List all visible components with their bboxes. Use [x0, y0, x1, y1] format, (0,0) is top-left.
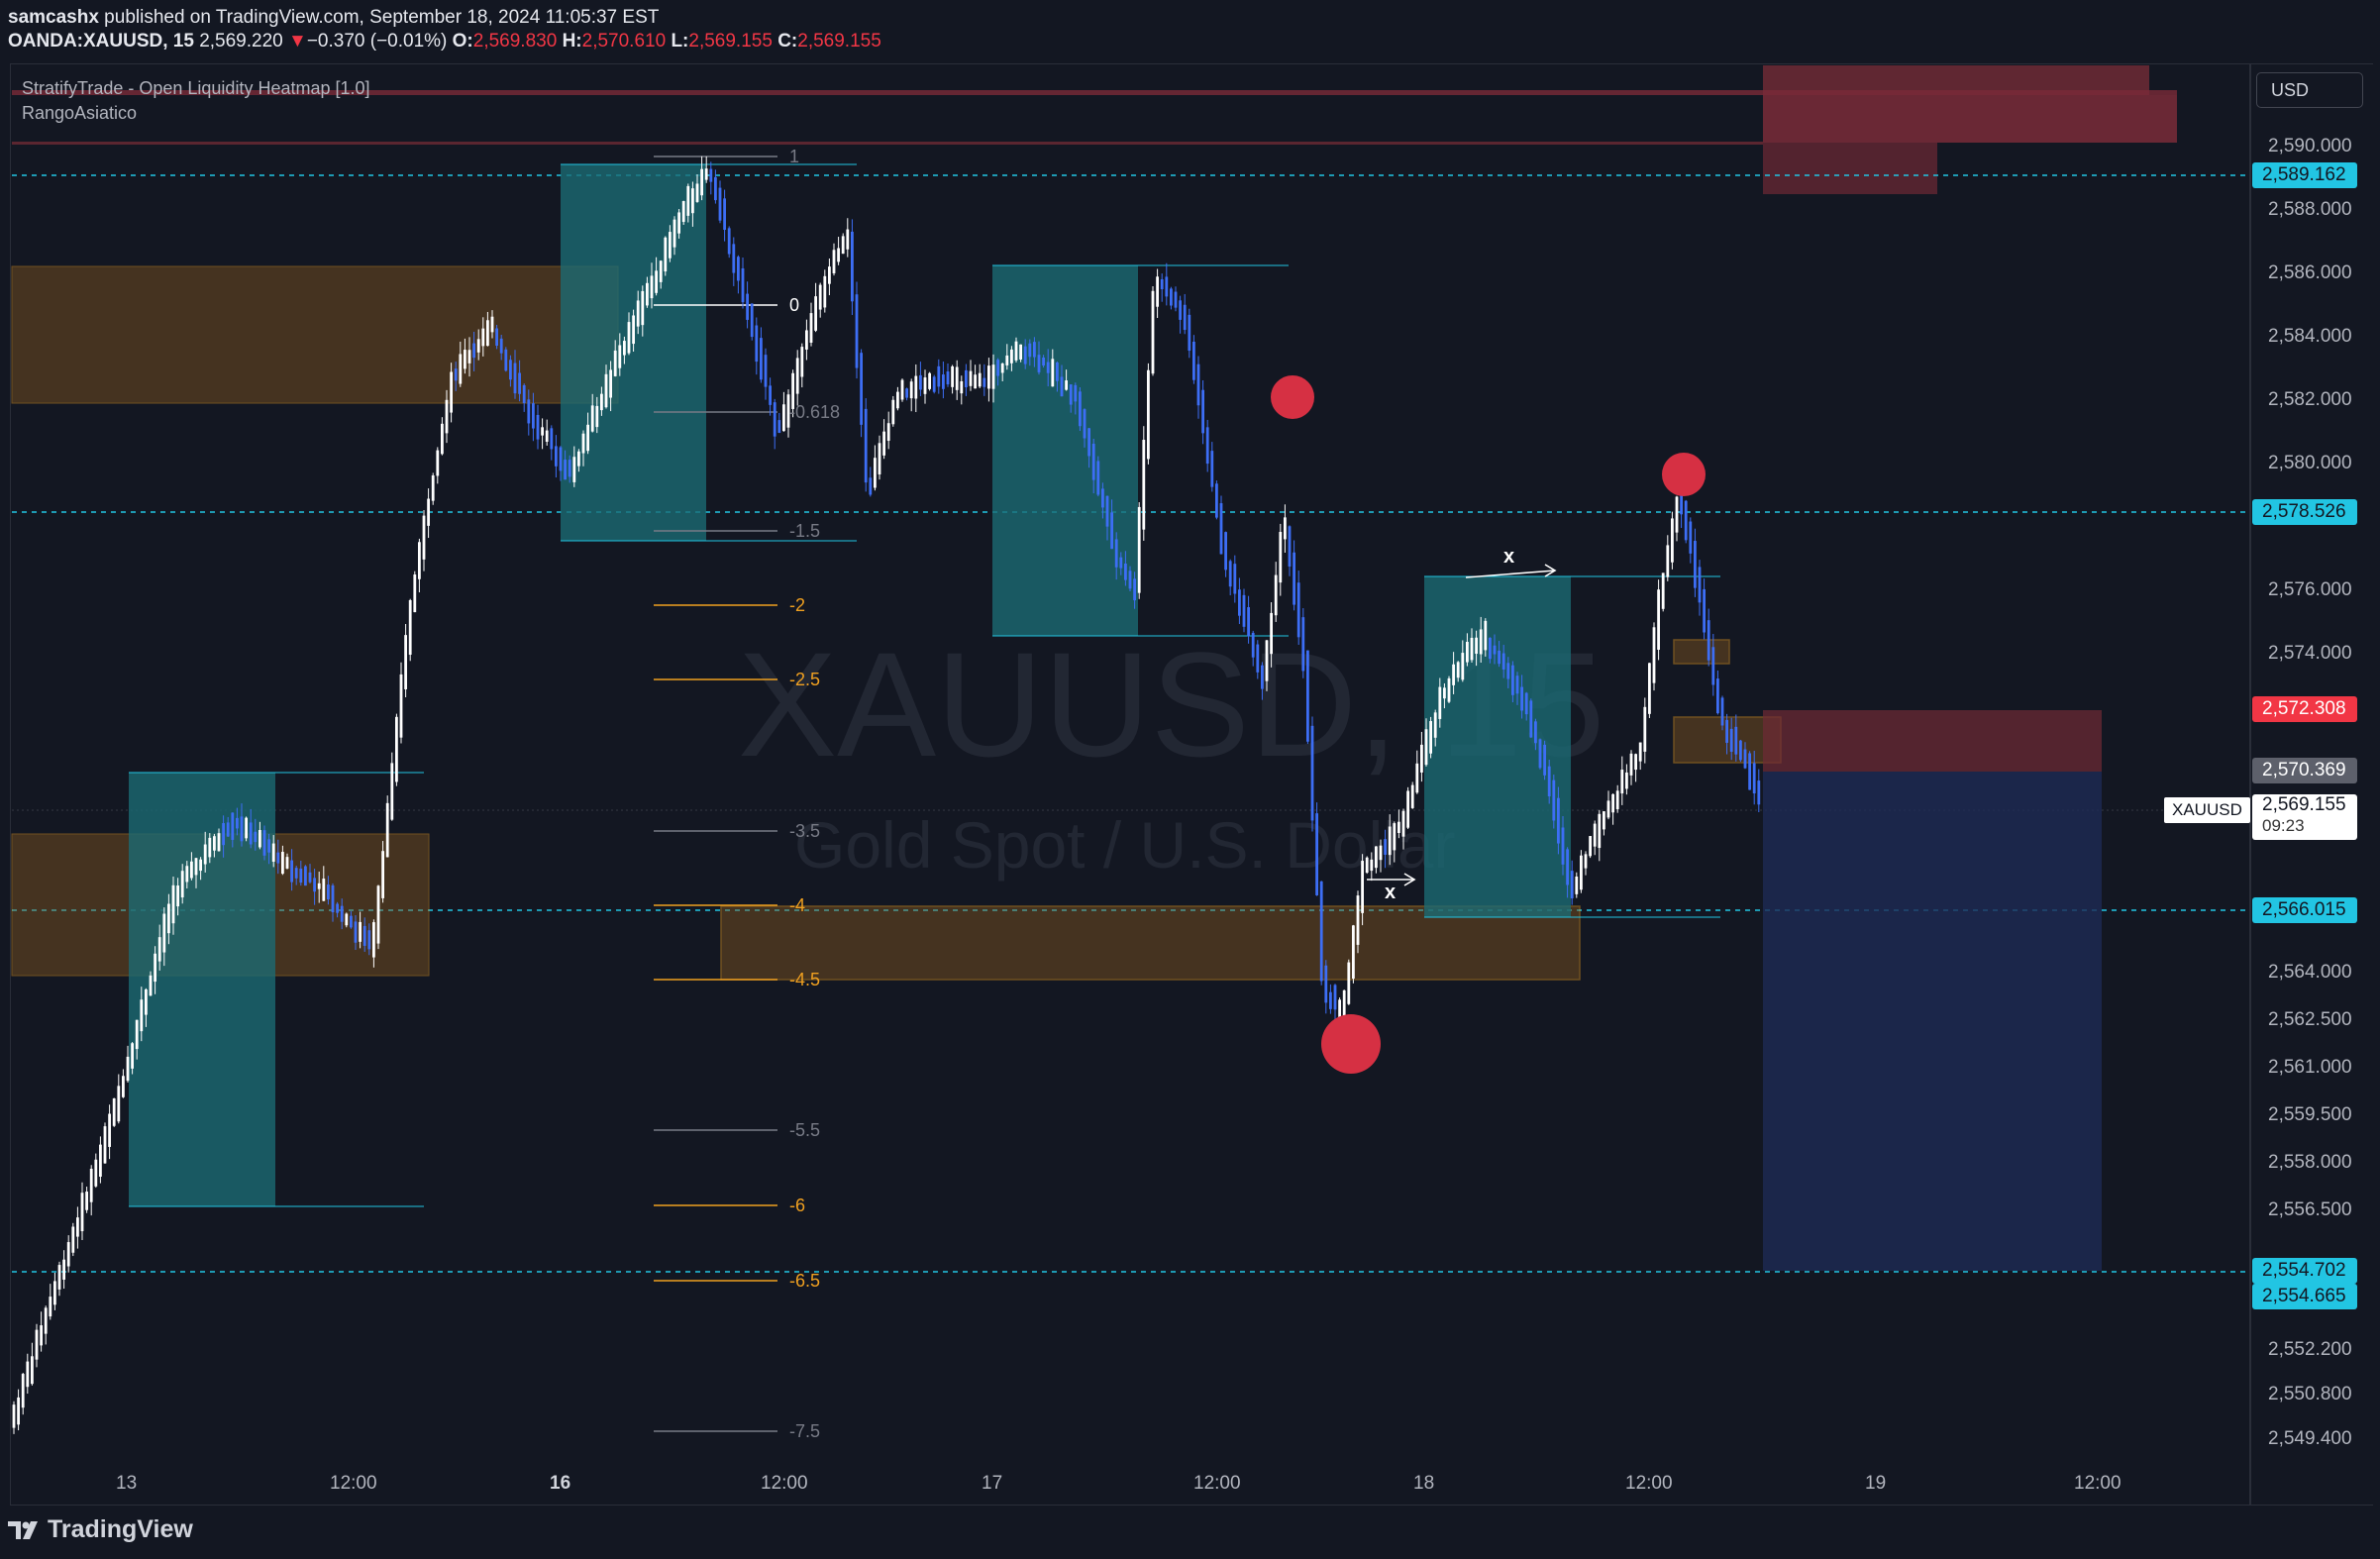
price-label: 2,559.500: [2268, 1104, 2352, 1125]
tradingview-icon: [8, 1520, 38, 1539]
fib-label: -1.5: [789, 521, 821, 541]
position-tool[interactable]: [1763, 710, 2102, 1271]
price-label: 2,564.000: [2268, 962, 2352, 983]
price-badge: 2,566.015: [2252, 897, 2357, 923]
fib-label: 0: [789, 295, 800, 315]
x-mark-lower: x: [1385, 882, 1397, 903]
current-symbol-tag: XAUUSD: [2164, 797, 2250, 823]
price-label: 2,576.000: [2268, 579, 2352, 600]
price-label: 2,561.000: [2268, 1057, 2352, 1078]
price-label: 2,556.500: [2268, 1199, 2352, 1220]
current-price-badge: 2,569.155 09:23: [2252, 794, 2357, 840]
fib-label: -7.5: [789, 1421, 821, 1441]
price-badge: 2,572.308: [2252, 696, 2357, 722]
fib-label: -6.5: [789, 1271, 821, 1291]
brand-name: TradingView: [48, 1515, 193, 1543]
time-label: 12:00: [1625, 1473, 1673, 1494]
price-badge: 2,578.526: [2252, 499, 2357, 525]
price-label: 2,580.000: [2268, 453, 2352, 473]
time-label: 18: [1413, 1473, 1435, 1494]
price-label: 2,574.000: [2268, 643, 2352, 664]
time-label: 12:00: [761, 1473, 808, 1494]
price-label: 2,562.500: [2268, 1009, 2352, 1030]
price-badge: 2,554.702: [2252, 1258, 2357, 1284]
price-label: 2,590.000: [2268, 136, 2352, 156]
price-label: 2,552.200: [2268, 1339, 2352, 1360]
fib-label: -4.5: [789, 970, 821, 989]
price-label: 2,584.000: [2268, 326, 2352, 347]
fib-label: 1: [789, 147, 800, 166]
bar-countdown: 09:23: [2262, 816, 2305, 835]
fib-label: -5.5: [789, 1120, 821, 1140]
current-price: 2,569.155: [2262, 794, 2346, 815]
price-label: 2,550.800: [2268, 1384, 2352, 1404]
fib-label: -0.618: [789, 402, 841, 422]
time-label: 12:00: [330, 1473, 377, 1494]
price-badge: 2,589.162: [2252, 162, 2357, 188]
indicator-rango-label[interactable]: RangoAsiatico: [22, 103, 137, 124]
price-label: 2,586.000: [2268, 262, 2352, 283]
tradingview-logo[interactable]: TradingView: [8, 1515, 193, 1544]
fib-label: -6: [789, 1195, 806, 1215]
price-label: 2,558.000: [2268, 1152, 2352, 1173]
price-label: 2,588.000: [2268, 199, 2352, 220]
fib-label: -2: [789, 595, 806, 615]
price-label: 2,549.400: [2268, 1428, 2352, 1449]
price-badge: 2,570.369: [2252, 758, 2357, 783]
time-label: 19: [1865, 1473, 1887, 1494]
fib-label: -4: [789, 895, 806, 915]
time-label: 12:00: [2074, 1473, 2121, 1494]
indicator-heatmap-label[interactable]: StratifyTrade - Open Liquidity Heatmap […: [22, 78, 370, 99]
time-label: 16: [550, 1473, 571, 1494]
fib-label: -3.5: [789, 821, 821, 841]
x-mark-upper: x: [1503, 546, 1515, 568]
time-label: 13: [116, 1473, 138, 1494]
time-label: 12:00: [1193, 1473, 1241, 1494]
currency-selector[interactable]: USD: [2256, 72, 2363, 108]
chart-drawings[interactable]: [0, 0, 2380, 1559]
time-label: 17: [982, 1473, 1003, 1494]
price-badge: 2,554.665: [2252, 1284, 2357, 1309]
price-label: 2,582.000: [2268, 389, 2352, 410]
fib-label: -2.5: [789, 670, 821, 689]
